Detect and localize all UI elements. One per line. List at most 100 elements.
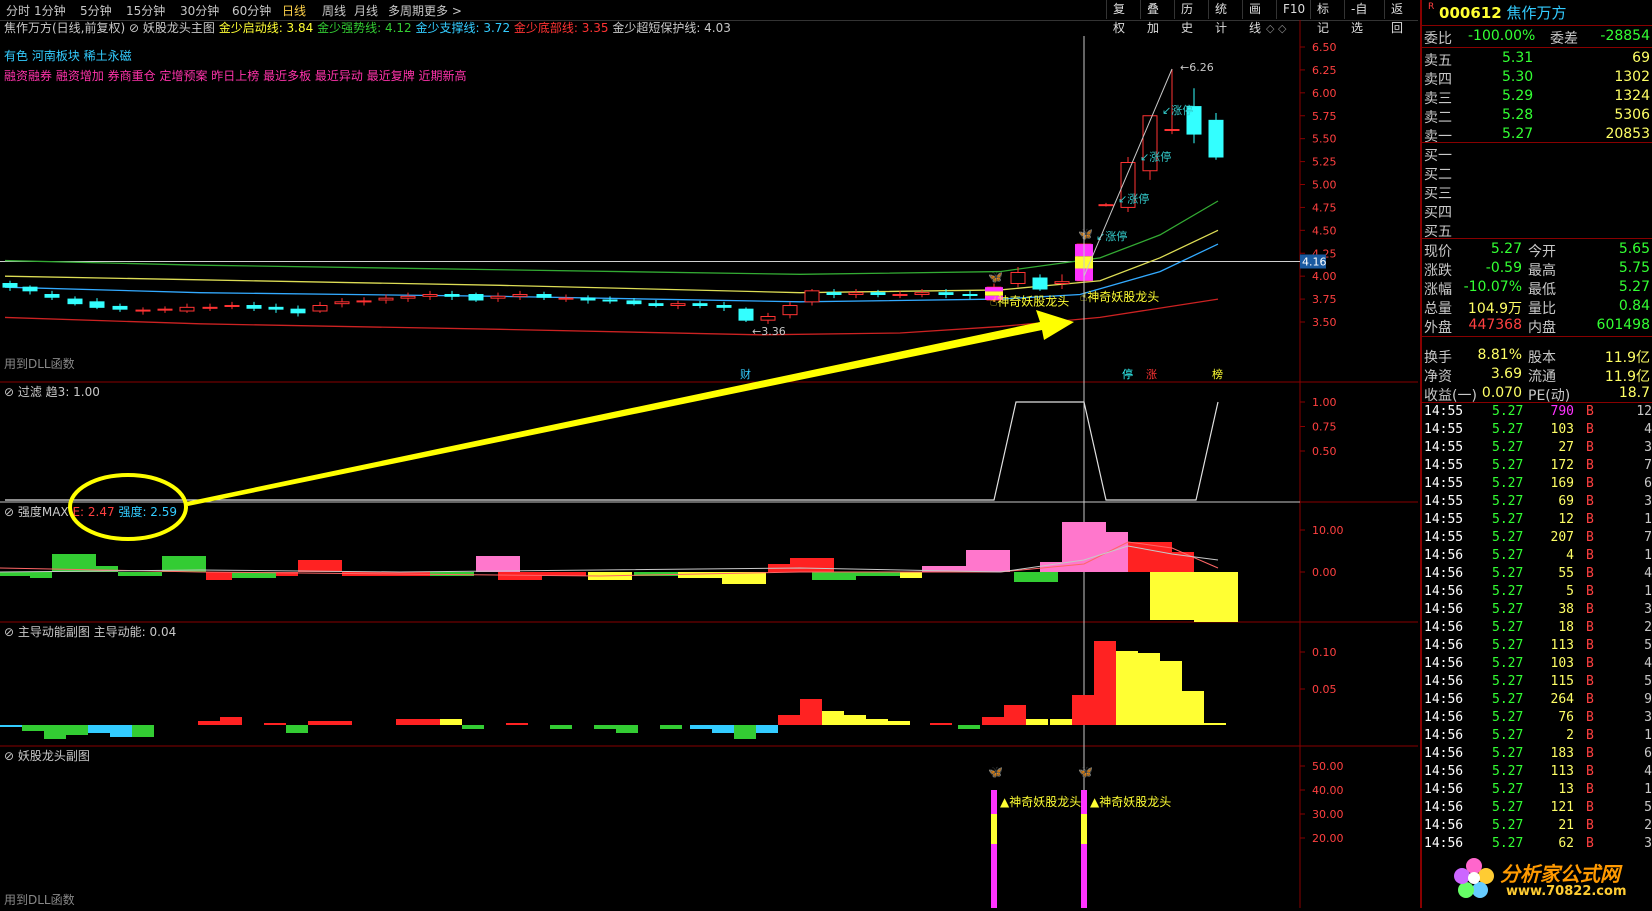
stat-row: 收益(一) 0.070 PE(动) 18.7 [1422,385,1652,404]
sub-signal-label: ▲神奇妖股龙头 [1000,795,1081,809]
timeframe-tab[interactable]: 日线 [282,2,306,19]
tick-row[interactable]: 14:55 5.27 790 B 12 [1422,404,1652,422]
bid-row[interactable]: 买三 [1422,183,1652,202]
tick-row[interactable]: 14:56 5.27 183 B 6 [1422,746,1652,764]
tick-row[interactable]: 14:56 5.27 121 B 5 [1422,800,1652,818]
bid-row[interactable]: 买五 [1422,221,1652,240]
ma-strong-line [4,200,1219,275]
ask-row[interactable]: 卖二 5.28 5306 [1422,107,1652,126]
toolbar-button[interactable]: 统计 [1208,0,1243,35]
tick-row[interactable]: 14:56 5.27 76 B 3 [1422,710,1652,728]
tick-row[interactable]: 14:55 5.27 169 B 6 [1422,476,1652,494]
tick-price: 5.27 [1492,566,1524,581]
tick-row[interactable]: 14:56 5.27 4 B 1 [1422,548,1652,566]
tick-row[interactable]: 14:56 5.27 5 B 1 [1422,584,1652,602]
timeframe-tab[interactable]: 周线 [322,2,346,19]
timeframe-tab[interactable]: 多周期 [388,2,424,19]
tick-time: 14:55 [1424,476,1464,491]
bid-label: 买二 [1424,167,1452,183]
tick-row[interactable]: 14:56 5.27 55 B 4 [1422,566,1652,584]
stat-label: 涨幅 [1424,282,1452,298]
tick-row[interactable]: 14:56 5.27 2 B 1 [1422,728,1652,746]
tick-row[interactable]: 14:55 5.27 103 B 4 [1422,422,1652,440]
tick-count: 5 [1644,674,1652,689]
timeframe-tab[interactable]: 分时 [6,2,30,19]
chart-canvas[interactable]: 焦作万方(日线,前复权) ⊘ 妖股龙头主图 金少启动线: 3.84 金少强势线:… [0,20,1418,908]
bid-row[interactable]: 买二 [1422,164,1652,183]
feature-tags: 融资融券 融资增加 券商重仓 定增预案 昨日上榜 最近多板 最近异动 最近复牌 … [4,68,467,83]
tick-row[interactable]: 14:56 5.27 264 B 9 [1422,692,1652,710]
tick-row[interactable]: 14:56 5.27 21 B 2 [1422,818,1652,836]
strength-bar [790,558,834,572]
timeframe-tab[interactable]: 60分钟 [232,2,271,19]
tick-time: 14:56 [1424,800,1464,815]
y-tick-label: 4.50 [1312,224,1337,237]
tick-row[interactable]: 14:55 5.27 12 B 1 [1422,512,1652,530]
bid-row[interactable]: 买一 [1422,145,1652,164]
stat-value: 5.75 [1618,260,1650,276]
candle-body [89,301,105,308]
candle-body [1208,119,1224,158]
chart-area[interactable]: 焦作万方(日线,前复权) ⊘ 妖股龙头主图 金少启动线: 3.84 金少强势线:… [0,20,1418,908]
tick-volume: 76 [1558,710,1574,725]
tick-price: 5.27 [1492,692,1524,707]
tick-time: 14:56 [1424,746,1464,761]
candle-body [670,303,686,306]
candle-body [892,294,908,296]
candle-body [246,305,262,309]
ask-row[interactable]: 卖五 5.31 69 [1422,50,1652,69]
settings-diamond-icon[interactable]: ◇ ◇ [1266,22,1287,35]
toolbar-button[interactable]: 历史 [1174,0,1209,35]
toolbar-button[interactable]: 叠加 [1140,0,1175,35]
timeframe-tab[interactable]: 1分钟 [34,2,66,19]
timeframe-tab[interactable]: 月线 [354,2,378,19]
momentum-bar [1116,651,1138,725]
marker-cai: 财 [740,367,751,381]
ask-row[interactable]: 卖四 5.30 1302 [1422,69,1652,88]
toolbar-button[interactable]: 返回 [1384,0,1419,35]
tick-row[interactable]: 14:55 5.27 27 B 3 [1422,440,1652,458]
tick-row[interactable]: 14:55 5.27 172 B 7 [1422,458,1652,476]
momentum-bar [1182,691,1204,725]
momentum-bar [22,725,44,731]
tick-count: 3 [1644,602,1652,617]
momentum-bar [660,725,682,729]
timeframe-tab[interactable]: 更多 > [424,2,462,19]
tick-row[interactable]: 14:56 5.27 18 B 2 [1422,620,1652,638]
ask-volume: 1324 [1614,88,1650,104]
tick-time: 14:55 [1424,404,1464,419]
tick-price: 5.27 [1492,602,1524,617]
candle-body [202,306,218,309]
timeframe-tab[interactable]: 30分钟 [180,2,219,19]
tick-row[interactable]: 14:55 5.27 69 B 3 [1422,494,1652,512]
y-tick-label: 5.75 [1312,110,1337,123]
tick-row[interactable]: 14:56 5.27 38 B 3 [1422,602,1652,620]
ask-volume: 5306 [1614,107,1650,123]
toolbar-button[interactable]: 标记 [1310,0,1345,35]
marker-zhang: 涨 [1146,368,1157,381]
tick-side: B [1586,584,1594,599]
tick-time: 14:55 [1424,512,1464,527]
tick-volume: 113 [1550,764,1574,779]
signal-candle-top [985,287,1003,292]
bid-row[interactable]: 买四 [1422,202,1652,221]
tick-row[interactable]: 14:56 5.27 113 B 5 [1422,638,1652,656]
stat-row: 外盘 447368 内盘 601498 [1422,317,1652,336]
timeframe-tab[interactable]: 5分钟 [80,2,112,19]
tick-row[interactable]: 14:56 5.27 13 B 1 [1422,782,1652,800]
toolbar-button[interactable]: 复权 [1106,0,1141,35]
tick-row[interactable]: 14:55 5.27 207 B 7 [1422,530,1652,548]
tick-row[interactable]: 14:56 5.27 115 B 5 [1422,674,1652,692]
toolbar-button[interactable]: F10 [1276,0,1311,19]
tick-volume: 264 [1550,692,1574,707]
tick-row[interactable]: 14:56 5.27 103 B 4 [1422,656,1652,674]
candle-body [848,292,864,295]
toolbar-button[interactable]: 画线 [1242,0,1277,35]
candle-body [268,306,284,310]
candle-body [312,305,328,312]
toolbar-button[interactable]: -自选 [1344,0,1385,35]
ask-row[interactable]: 卖三 5.29 1324 [1422,88,1652,107]
timeframe-tab[interactable]: 15分钟 [126,2,165,19]
tick-row[interactable]: 14:56 5.27 113 B 4 [1422,764,1652,782]
candle-body [648,303,664,306]
